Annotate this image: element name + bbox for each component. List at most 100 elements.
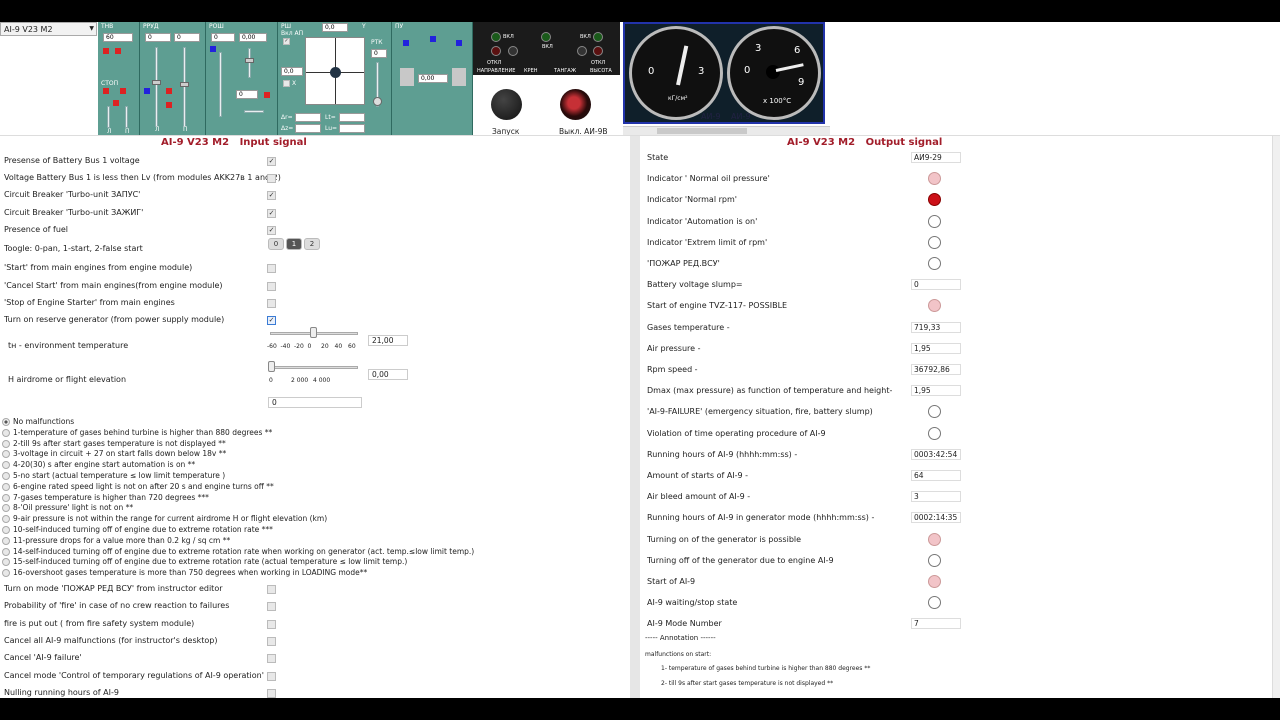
vykl-ai9v-button[interactable]: [560, 89, 591, 120]
rrud-blue-button-1[interactable]: [144, 88, 150, 94]
stop-slider-right[interactable]: [125, 106, 128, 128]
input-row-checkbox[interactable]: [267, 174, 276, 183]
joystick-knob[interactable]: [330, 67, 341, 78]
input-row-checkbox[interactable]: [267, 299, 276, 308]
pu-blue-button-2[interactable]: [430, 36, 436, 42]
rsh-input[interactable]: 0,0: [281, 67, 303, 76]
dz-input[interactable]: [295, 124, 321, 133]
panel-pu-label: ПУ: [395, 23, 404, 30]
rrud-input-1[interactable]: 0: [145, 33, 171, 42]
elevation-slider-track[interactable]: [270, 366, 358, 369]
tnv-input[interactable]: 60: [103, 33, 133, 42]
output-row-label: 'AI-9-FAILURE' (emergency situation, fir…: [647, 407, 873, 417]
elevation-value-input[interactable]: 0,00: [368, 369, 408, 380]
temperature-gauge: 0 3 6 9 x 100°C: [727, 26, 821, 120]
rrud-red-button-2[interactable]: [166, 102, 172, 108]
rosh-input-3[interactable]: 0: [236, 90, 258, 99]
rrud-slider-right[interactable]: [183, 47, 186, 127]
malfunction-radio[interactable]: [2, 569, 10, 578]
output-row-indicator: [928, 575, 941, 588]
toggle-option-0[interactable]: 0: [268, 238, 284, 250]
input-row-checkbox[interactable]: ✓: [267, 157, 276, 166]
dr-input[interactable]: [295, 113, 321, 122]
input-row-checkbox[interactable]: [267, 264, 276, 273]
malfunction-radio[interactable]: [2, 461, 10, 470]
input-row-checkbox[interactable]: [267, 282, 276, 291]
rosh-red-button[interactable]: [264, 92, 270, 98]
pu-blue-button-3[interactable]: [456, 40, 462, 46]
malfunction-radio[interactable]: [2, 515, 10, 524]
stop-red-button-1[interactable]: [103, 88, 109, 94]
lt-input[interactable]: [339, 113, 365, 122]
pu-blue-button-1[interactable]: [403, 40, 409, 46]
rsh-top-input[interactable]: 0,0: [322, 23, 348, 32]
rsh-checkbox-x[interactable]: [283, 80, 290, 87]
malfunction-radio[interactable]: [2, 547, 10, 556]
rosh-blue-button[interactable]: [210, 46, 216, 52]
malfunction-radio[interactable]: [2, 450, 10, 459]
malfunction-radio[interactable]: [2, 439, 10, 448]
input-option-checkbox[interactable]: [267, 602, 276, 611]
malfunction-radio[interactable]: [2, 526, 10, 534]
stop-slider-left[interactable]: [107, 106, 110, 128]
input-row-checkbox[interactable]: ✓: [267, 191, 276, 200]
malfunction-radio[interactable]: [2, 504, 10, 513]
rosh-slider-right-knob[interactable]: [245, 58, 254, 63]
vertical-splitter[interactable]: [630, 136, 640, 698]
pu-left-handle[interactable]: [400, 68, 414, 86]
malfunction-radio[interactable]: [2, 428, 10, 437]
malfunction-radio[interactable]: [2, 418, 10, 426]
input-option-checkbox[interactable]: [267, 689, 276, 698]
rosh-input-2[interactable]: 0,00: [239, 33, 267, 42]
malfunction-radio[interactable]: [2, 493, 10, 502]
xy-joystick-pad[interactable]: [305, 37, 365, 105]
rosh-horizontal-slider[interactable]: [244, 110, 264, 113]
input-row-checkbox[interactable]: ✓: [267, 226, 276, 235]
rosh-input-1[interactable]: 0: [211, 33, 235, 42]
pu-input[interactable]: 0,00: [418, 74, 448, 83]
vkl-ap-checkbox[interactable]: ✓: [283, 38, 290, 45]
malfunction-radio[interactable]: [2, 482, 10, 491]
lu-input[interactable]: [339, 124, 365, 133]
input-option-checkbox[interactable]: [267, 585, 276, 594]
panel-rosh: РОШ 0 0,00 0: [206, 22, 278, 135]
gauges-scrollbar-thumb[interactable]: [657, 128, 747, 134]
gauges-horizontal-scrollbar[interactable]: [623, 126, 830, 135]
module-select[interactable]: AI-9 V23 M2 ▼: [0, 22, 97, 36]
stop-red-button-2[interactable]: [120, 88, 126, 94]
toggle-option-1[interactable]: 1: [286, 238, 302, 250]
numeric-input[interactable]: 0: [268, 397, 362, 408]
input-option-checkbox[interactable]: [267, 672, 276, 681]
pu-right-handle[interactable]: [452, 68, 466, 86]
malfunction-label: 15-self-induced turning off of engine du…: [13, 557, 408, 567]
malfunction-radio[interactable]: [2, 558, 10, 567]
zapusk-button[interactable]: [491, 89, 522, 120]
toggle-option-2[interactable]: 2: [304, 238, 320, 250]
rosh-slider-left[interactable]: [219, 52, 222, 117]
rtk-slider-knob[interactable]: [373, 97, 382, 106]
input-row-checkbox[interactable]: ✓: [267, 209, 276, 218]
rosh-slider-right[interactable]: [248, 48, 251, 78]
rrud-slider-left-knob[interactable]: [152, 80, 161, 85]
malfunction-radio[interactable]: [2, 536, 10, 545]
rtk-input[interactable]: 0: [371, 49, 387, 58]
input-option-checkbox[interactable]: [267, 620, 276, 629]
elevation-slider-thumb[interactable]: [268, 361, 275, 372]
malfunction-radio[interactable]: [2, 472, 10, 480]
temperature-value-input[interactable]: 21,00: [368, 335, 408, 346]
rrud-input-2[interactable]: 0: [174, 33, 200, 42]
output-row-value: 64: [911, 470, 961, 481]
input-row-checkbox[interactable]: ✓: [267, 316, 276, 325]
rrud-slider-left[interactable]: [155, 47, 158, 127]
tnv-red-button-1[interactable]: [103, 48, 109, 54]
input-option-checkbox[interactable]: [267, 654, 276, 663]
chevron-down-icon[interactable]: ▼: [89, 24, 94, 33]
temperature-slider-thumb[interactable]: [310, 327, 317, 338]
rrud-red-button-1[interactable]: [166, 88, 172, 94]
input-option-checkbox[interactable]: [267, 637, 276, 646]
rrud-slider-right-knob[interactable]: [180, 82, 189, 87]
temp-gauge-hub: [766, 65, 780, 79]
output-scrollbar[interactable]: [1272, 136, 1280, 698]
stop-red-button-3[interactable]: [113, 100, 119, 106]
tnv-red-button-2[interactable]: [115, 48, 121, 54]
